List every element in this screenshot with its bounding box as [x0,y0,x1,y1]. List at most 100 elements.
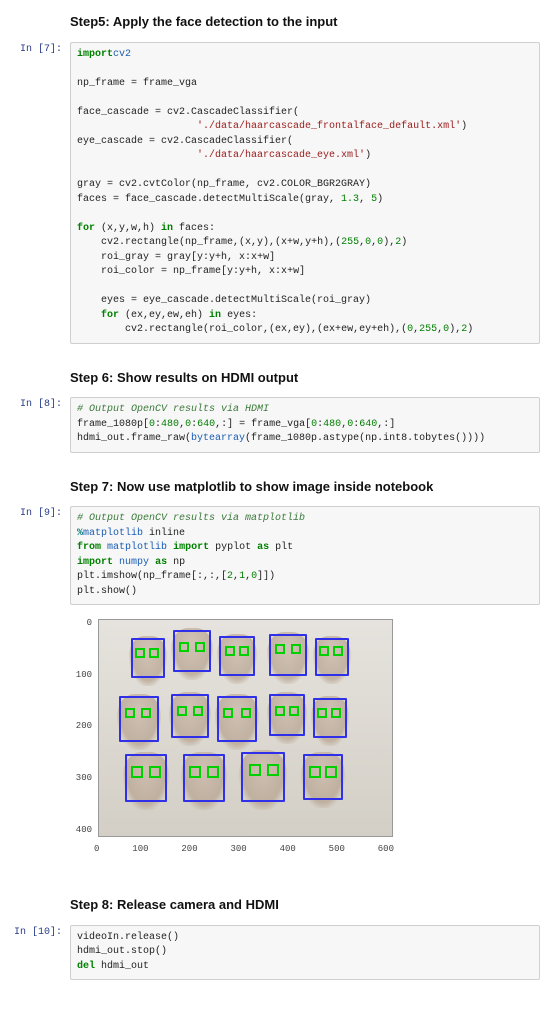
notebook-cell: Step 6: Show results on HDMI outputIn [8… [10,368,540,453]
code-token: cv2 [113,49,131,60]
x-tick: 500 [329,843,345,857]
code-token: 2 [461,324,467,335]
face-detection-box [171,694,209,738]
cell-input-row: In [8]: # Output OpenCV results via HDMI … [10,397,540,453]
cell-heading: Step 6: Show results on HDMI output [70,368,540,388]
face-detection-box [219,636,255,676]
code-input-area[interactable]: importcv2 np_frame = frame_vga face_casc… [70,42,540,344]
eye-detection-box [195,642,205,652]
eye-detection-box [267,764,279,776]
eye-detection-box [193,706,203,716]
eye-detection-box [223,708,233,718]
eye-detection-box [249,764,261,776]
eye-detection-box [207,766,219,778]
eye-detection-box [275,706,285,716]
x-tick: 400 [280,843,296,857]
cell-heading: Step 7: Now use matplotlib to show image… [70,477,540,497]
code-token: matplotlib [83,528,143,539]
face-detection-box [269,634,307,676]
code-token: 0 [149,419,155,430]
code-token: 480 [323,419,341,430]
eye-detection-box [179,642,189,652]
eye-detection-box [309,766,321,778]
y-tick: 100 [70,669,92,683]
y-tick: 300 [70,772,92,786]
code-input-area[interactable]: # Output OpenCV results via HDMI frame_1… [70,397,540,453]
eye-detection-box [241,708,251,718]
code-token: 0 [377,237,383,248]
code-token: 480 [161,419,179,430]
code-block: # Output OpenCV results via matplotlib %… [77,512,533,599]
y-tick: 0 [70,617,92,631]
input-prompt: In [9]: [10,506,70,521]
y-tick: 200 [70,720,92,734]
eye-detection-box [177,706,187,716]
code-token: import [77,557,113,568]
code-token: # Output OpenCV results via HDMI [77,404,269,415]
x-tick: 300 [230,843,246,857]
code-token: as [155,557,167,568]
eye-detection-box [131,766,143,778]
code-input-area[interactable]: # Output OpenCV results via matplotlib %… [70,506,540,605]
face-detection-box [217,696,257,742]
cell-heading: Step 8: Release camera and HDMI [70,895,540,915]
eye-detection-box [319,646,329,656]
face-detection-box [131,638,165,678]
eye-detection-box [225,646,235,656]
eye-detection-box [149,648,159,658]
code-token: import [173,542,209,553]
code-token: matplotlib [107,542,167,553]
eye-detection-box [275,644,285,654]
face-detection-box [125,754,167,802]
eye-detection-box [289,706,299,716]
code-token: in [161,223,173,234]
x-tick: 200 [181,843,197,857]
matplotlib-output: 01002003004000100200300400500600 [70,611,400,871]
plot-image [98,619,393,837]
code-token: in [209,310,221,321]
code-input-area[interactable]: videoIn.release() hdmi_out.stop() del hd… [70,925,540,981]
code-token: from [77,542,101,553]
cell-heading: Step5: Apply the face detection to the i… [70,12,540,32]
notebook-cell: Step 8: Release camera and HDMIIn [10]:v… [10,895,540,980]
y-tick: 400 [70,824,92,838]
eye-detection-box [141,708,151,718]
code-token: for [77,223,95,234]
cell-input-row: In [7]: importcv2 np_frame = frame_vga fa… [10,42,540,344]
face-detection-box [313,698,347,738]
input-prompt: In [10]: [10,925,70,940]
code-block: importcv2 np_frame = frame_vga face_casc… [77,48,533,338]
face-detection-box [241,752,285,802]
eye-detection-box [317,708,327,718]
notebook-cell: Step5: Apply the face detection to the i… [10,12,540,344]
eye-detection-box [149,766,161,778]
code-token: for [101,310,119,321]
x-tick: 100 [132,843,148,857]
code-token: './data/haarcascade_eye.xml' [197,150,365,161]
code-token: 0 [443,324,449,335]
code-token: 2 [395,237,401,248]
input-prompt: In [7]: [10,42,70,57]
code-token: as [257,542,269,553]
code-token: 0 [365,237,371,248]
code-token: del [77,961,95,972]
eye-detection-box [331,708,341,718]
code-token: 255 [419,324,437,335]
code-block: # Output OpenCV results via HDMI frame_1… [77,403,533,447]
plot-x-axis: 0100200300400500600 [94,843,394,857]
eye-detection-box [189,766,201,778]
input-prompt: In [8]: [10,397,70,412]
code-token: 0 [251,571,257,582]
face-detection-box [183,754,225,802]
code-token: 0 [407,324,413,335]
eye-detection-box [333,646,343,656]
eye-detection-box [125,708,135,718]
code-token: import [77,49,113,60]
face-detection-box [315,638,349,676]
eye-detection-box [291,644,301,654]
code-token: 1.3 [341,194,359,205]
code-token: # Output OpenCV results via matplotlib [77,513,305,524]
eye-detection-box [135,648,145,658]
code-token: 0 [311,419,317,430]
code-token: numpy [119,557,149,568]
